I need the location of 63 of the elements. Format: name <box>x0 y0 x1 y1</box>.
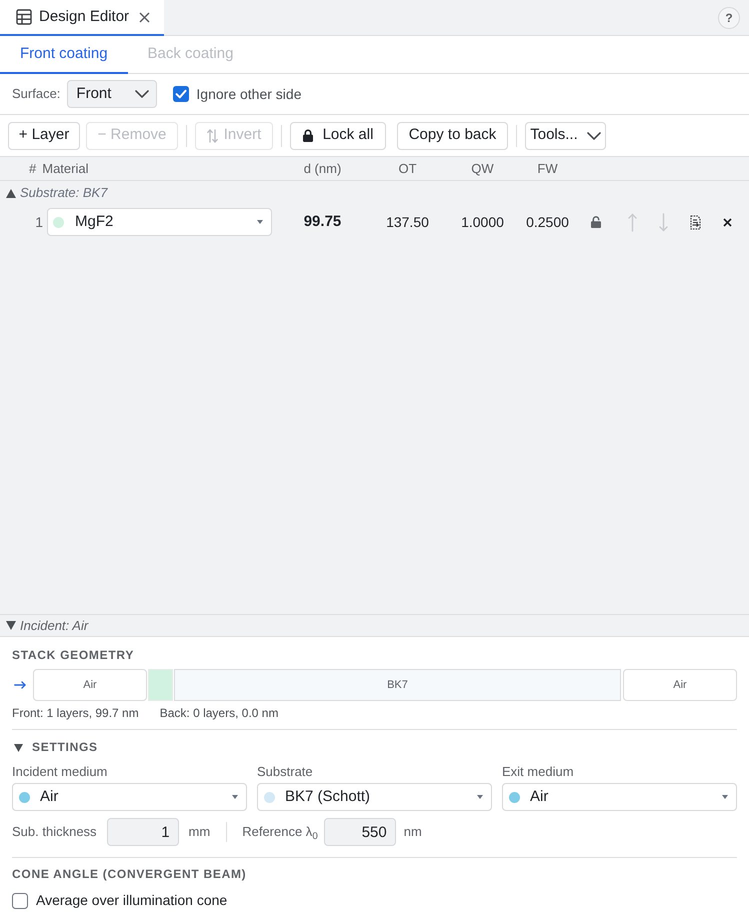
incident-group-label: Incident: Air <box>20 616 88 635</box>
field-label: Exit medium <box>502 764 574 780</box>
field-label: Substrate <box>257 764 313 780</box>
medium-segment: Air <box>33 669 147 701</box>
number-field[interactable]: 1 <box>106 818 179 846</box>
triangle-up-icon[interactable] <box>6 188 16 198</box>
caret-down-icon <box>477 795 483 799</box>
copy-to-back-button[interactable]: Copy to back <box>397 122 508 150</box>
tools-menu-button[interactable]: Tools... <box>525 122 606 150</box>
layer-number: 1 <box>35 212 43 232</box>
surface-label: Surface: <box>12 85 60 104</box>
column-header: FW <box>537 160 558 178</box>
checkbox[interactable] <box>173 86 190 102</box>
number-field[interactable]: 550 <box>324 818 396 846</box>
back-summary: Back: 0 layers, 0.0 nm <box>160 705 278 721</box>
checkbox-label: Average over illumination cone <box>36 891 228 910</box>
help-button[interactable]: ? <box>718 6 740 28</box>
caret-down-icon <box>232 795 238 799</box>
field-label: Sub. thickness <box>12 823 97 842</box>
close-icon[interactable] <box>139 12 150 22</box>
section-title: CONE ANGLE (CONVERGENT BEAM) <box>12 866 246 882</box>
triangle-down-icon[interactable] <box>6 621 16 630</box>
chevron-down-icon <box>586 132 601 140</box>
column-header: d (nm) <box>304 160 342 178</box>
medium-select[interactable]: BK7 (Schott) <box>257 783 492 811</box>
add-layer-button[interactable]: + Layer <box>8 122 80 150</box>
table-icon <box>16 9 32 25</box>
field-label: Reference λ$_{0}$ <box>242 823 318 842</box>
field-label: Incident medium <box>12 764 108 780</box>
editor-tab[interactable]: Design Editor <box>0 0 164 36</box>
caret-down-icon <box>257 220 263 224</box>
section-title: STACK GEOMETRY <box>12 647 134 663</box>
unit-label: mm <box>188 823 210 842</box>
checkbox-label: Ignore other side <box>196 84 302 104</box>
lock-all-button[interactable]: Lock all <box>290 122 386 150</box>
front-summary: Front: 1 layers, 99.7 nm <box>12 705 139 721</box>
column-header: OT <box>398 160 417 178</box>
up-down-arrows-icon <box>206 128 218 142</box>
substrate-segment: BK7 <box>174 669 621 701</box>
checkbox[interactable] <box>12 892 28 908</box>
lock-icon <box>302 129 313 142</box>
chevron-down-icon <box>135 90 150 98</box>
column-header: # <box>29 160 36 178</box>
material-select[interactable]: MgF2 <box>47 208 272 236</box>
surface-select[interactable]: Front <box>67 80 158 108</box>
unit-label: nm <box>404 823 422 842</box>
medium-segment: Air <box>623 669 737 701</box>
arrow-right-icon <box>14 681 26 689</box>
substrate-group-label: Substrate: BK7 <box>20 184 108 202</box>
close-icon[interactable] <box>722 218 732 226</box>
table-cell-text: 137.50 <box>386 212 429 232</box>
triangle-down-icon[interactable] <box>14 742 23 752</box>
table-cell-text: 1.0000 <box>461 212 504 232</box>
section-title: SETTINGS <box>32 739 98 756</box>
table-cell-text: 0.2500 <box>526 212 569 232</box>
thickness-cell-text: 99.75 <box>304 212 342 232</box>
column-header: Material <box>42 160 88 178</box>
medium-select[interactable]: Air <box>12 783 247 811</box>
medium-select[interactable]: Air <box>502 783 737 811</box>
column-header: QW <box>471 160 494 178</box>
document-arrow-icon[interactable] <box>690 214 700 230</box>
unlocked-icon[interactable] <box>590 216 602 228</box>
caret-down-icon <box>722 795 728 799</box>
